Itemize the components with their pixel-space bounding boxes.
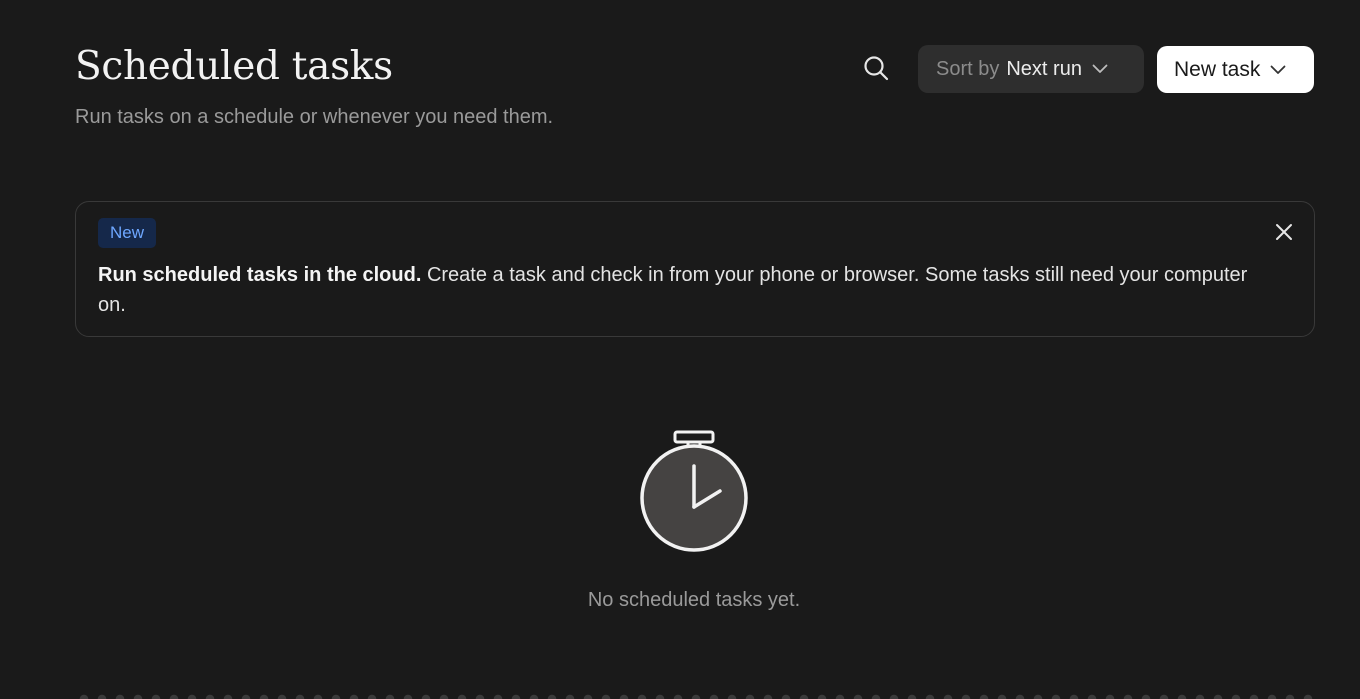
dotted-divider [75, 693, 1315, 699]
scheduled-tasks-page: Scheduled tasks Run tasks on a schedule … [0, 0, 1360, 699]
new-task-button[interactable]: New task [1157, 46, 1314, 93]
page-title: Scheduled tasks [75, 44, 393, 89]
close-icon [1276, 224, 1292, 240]
sort-dropdown[interactable]: Sort by Next run [918, 45, 1144, 93]
sort-value-label: Next run [1006, 57, 1082, 80]
new-task-label: New task [1174, 57, 1261, 81]
banner-heading: Run scheduled tasks in the cloud. [98, 264, 422, 286]
cloud-announcement-banner: New Run scheduled tasks in the cloud. Cr… [75, 201, 1315, 337]
stopwatch-icon [640, 430, 748, 552]
sort-prefix-label: Sort by [936, 57, 1000, 80]
banner-message: Run scheduled tasks in the cloud. Create… [98, 260, 1248, 320]
chevron-down-icon [1092, 64, 1108, 73]
page-subtitle: Run tasks on a schedule or whenever you … [75, 106, 554, 128]
search-icon [864, 56, 889, 81]
new-badge: New [98, 218, 157, 248]
search-button[interactable] [856, 48, 896, 88]
dismiss-banner-button[interactable] [1272, 220, 1296, 244]
empty-state-message: No scheduled tasks yet. [587, 589, 801, 611]
chevron-down-icon [1270, 65, 1286, 74]
